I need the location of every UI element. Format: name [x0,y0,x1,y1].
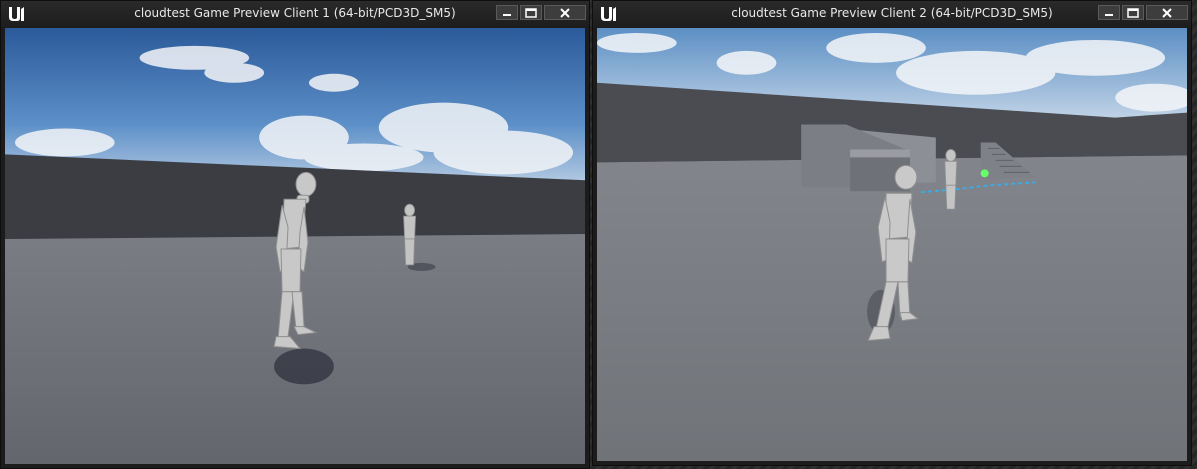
background-window-edge [1192,78,1197,198]
minimize-button[interactable] [496,5,518,20]
maximize-button[interactable] [520,5,542,20]
minimize-icon [1105,13,1113,16]
window-titlebar[interactable]: cloudtest Game Preview Client 2 (64-bit/… [593,1,1191,27]
minimize-button[interactable] [1098,5,1120,20]
close-button[interactable] [544,5,586,20]
game-viewport[interactable] [5,28,585,464]
maximize-icon [525,7,537,18]
maximize-button[interactable] [1122,5,1144,20]
close-icon [1162,7,1172,18]
minimize-icon [503,13,511,16]
game-preview-window-2[interactable]: cloudtest Game Preview Client 2 (64-bit/… [592,0,1192,466]
close-button[interactable] [1146,5,1188,20]
game-preview-window-1[interactable]: cloudtest Game Preview Client 1 (64-bit/… [0,0,590,469]
close-icon [560,7,570,18]
game-scene [5,28,585,464]
maximize-icon [1127,7,1139,18]
window-titlebar[interactable]: cloudtest Game Preview Client 1 (64-bit/… [1,1,589,27]
game-viewport[interactable] [597,28,1187,461]
game-scene [597,28,1187,461]
